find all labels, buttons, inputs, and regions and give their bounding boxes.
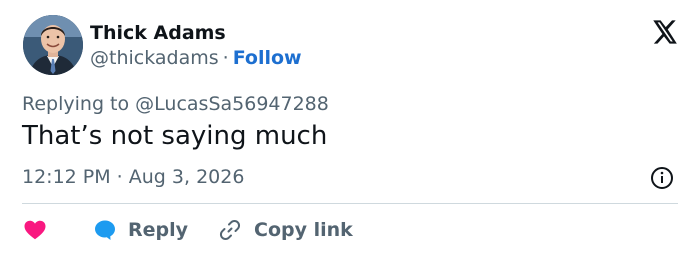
replying-to: Replying to @LucasSa56947288 — [22, 93, 329, 115]
separator-dot: · — [222, 47, 229, 69]
speech-bubble-icon — [95, 220, 115, 240]
timestamp[interactable]: 12:12 PM · Aug 3, 2026 — [22, 166, 244, 188]
x-logo-icon[interactable] — [650, 18, 678, 46]
tweet-card: Thick Adams @thickadams · Follow Replying … — [0, 0, 700, 256]
copy-link-label: Copy link — [254, 219, 353, 241]
info-icon[interactable] — [650, 166, 674, 190]
author-handle[interactable]: @thickadams — [90, 47, 219, 69]
copy-link-button[interactable]: Copy link — [218, 218, 353, 242]
avatar[interactable] — [23, 15, 83, 75]
reply-button[interactable]: Reply — [92, 218, 188, 242]
action-bar: Reply Copy link — [22, 216, 353, 244]
author-name[interactable]: Thick Adams — [90, 22, 226, 44]
reply-label: Reply — [128, 219, 189, 241]
author-handle-row: @thickadams · Follow — [90, 47, 302, 69]
heart-icon[interactable] — [22, 218, 48, 242]
divider — [22, 203, 678, 204]
tweet-text: That’s not saying much — [22, 121, 328, 151]
link-icon — [219, 219, 241, 241]
follow-button[interactable]: Follow — [233, 47, 302, 69]
